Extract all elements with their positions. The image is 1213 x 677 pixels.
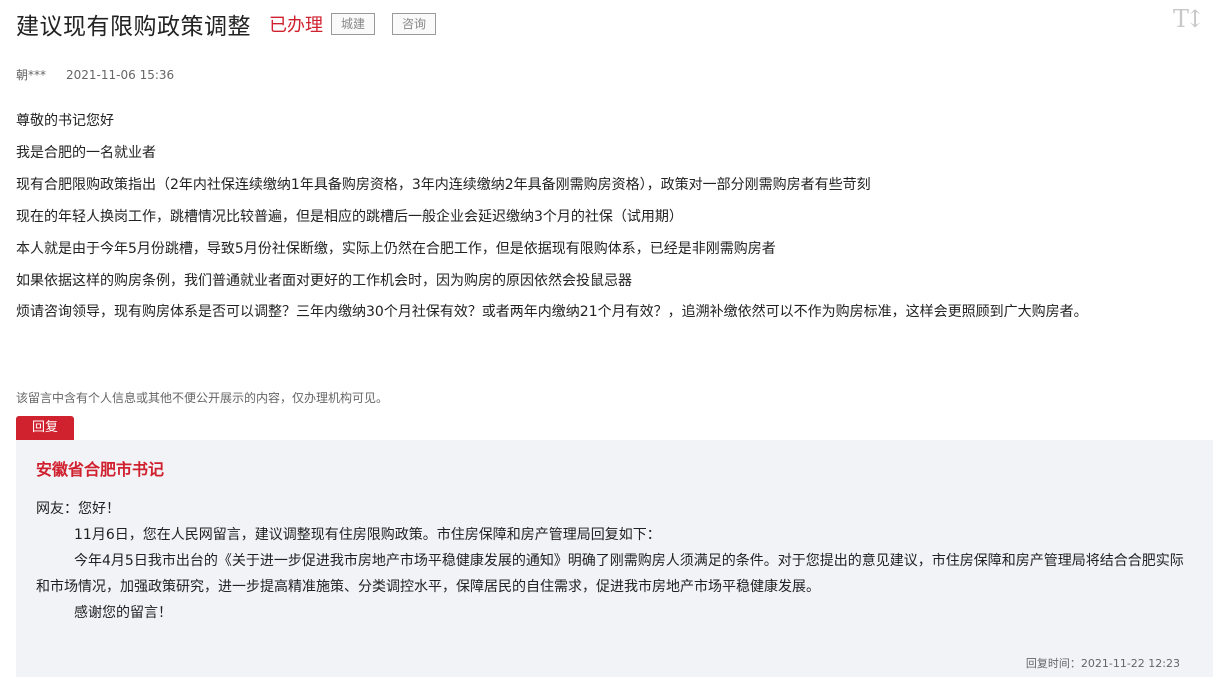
status-label: 已办理 (269, 15, 323, 36)
reply-panel: 安徽省合肥市书记 网友：您好！ 11月6日，您在人民网留言，建议调整现有住房限购… (16, 440, 1213, 677)
reply-time: 回复时间：2021-11-22 12:23 (1025, 657, 1180, 670)
post-time: 2021-11-06 15:36 (66, 68, 175, 82)
message-paragraph: 尊敬的书记您好 (16, 113, 114, 129)
category-tag-urban[interactable]: 城建 (331, 13, 376, 35)
reply-paragraph: 今年4月5日我市出台的《关于进一步促进我市房地产市场平稳健康发展的通知》明确了刚… (36, 553, 1184, 595)
message-paragraph: 现在的年轻人换岗工作，跳槽情况比较普遍，但是相应的跳槽后一般企业会延迟缴纳3个月… (16, 209, 683, 225)
message-paragraph: 烦请咨询领导，现有购房体系是否可以调整？三年内缴纳30个月社保有效？或者两年内缴… (16, 304, 1088, 320)
category-tag-inquiry[interactable]: 咨询 (392, 13, 437, 35)
privacy-notice: 该留言中含有个人信息或其他不便公开展示的内容，仅办理机构可见。 (16, 391, 389, 405)
reply-greeting: 网友：您好！ (36, 501, 120, 517)
page-title: 建议现有限购政策调整 (16, 14, 251, 40)
font-size-icon[interactable]: T↕ (1173, 6, 1205, 32)
reply-paragraph: 感谢您的留言！ (74, 605, 172, 621)
message-paragraph: 如果依据这样的购房条例，我们普通就业者面对更好的工作机会时，因为购房的原因依然会… (16, 273, 632, 289)
message-paragraph: 现有合肥限购政策指出（2年内社保连续缴纳1年具备购房资格，3年内连续缴纳2年具备… (16, 177, 871, 193)
reply-body: 网友：您好！ 11月6日，您在人民网留言，建议调整现有住房限购政策。市住房保障和… (36, 496, 1186, 626)
message-paragraph: 我是合肥的一名就业者 (16, 145, 156, 161)
replier-name: 安徽省合肥市书记 (36, 460, 165, 479)
reply-tab[interactable]: 回复 (16, 416, 74, 440)
message-meta: 朝*** 2021-11-06 15:36 (16, 66, 174, 83)
message-paragraph: 本人就是由于今年5月份跳槽，导致5月份社保断缴，实际上仍然在合肥工作，但是依据现… (16, 241, 776, 257)
message-body: 尊敬的书记您好 我是合肥的一名就业者 现有合肥限购政策指出（2年内社保连续缴纳1… (16, 105, 1208, 327)
author-name: 朝*** (16, 68, 47, 82)
page-header: 建议现有限购政策调整 已办理 城建 咨询 (16, 9, 437, 40)
reply-paragraph: 11月6日，您在人民网留言，建议调整现有住房限购政策。市住房保障和房产管理局回复… (74, 527, 661, 543)
